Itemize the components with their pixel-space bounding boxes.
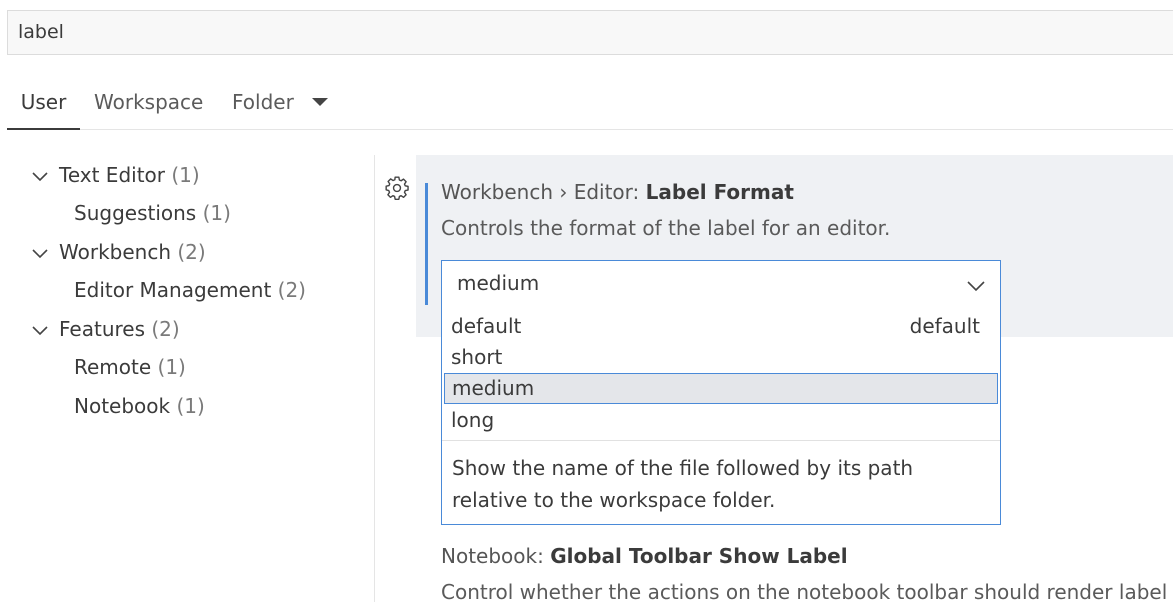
- toc-item-notebook[interactable]: Notebook (1): [74, 394, 205, 418]
- setting-title: Notebook: Global Toolbar Show Label: [441, 544, 848, 568]
- toc-item-text-editor[interactable]: Text Editor (1): [59, 163, 200, 187]
- folder-dropdown-caret-icon[interactable]: [312, 98, 328, 106]
- option-long[interactable]: long: [442, 405, 1000, 436]
- select-value: medium: [457, 271, 540, 295]
- option-default[interactable]: default default: [442, 311, 1000, 342]
- search-input[interactable]: label: [7, 10, 1173, 55]
- toc-count: (1): [202, 201, 231, 225]
- toc-label: Text Editor: [59, 163, 165, 187]
- toc-count: (1): [157, 355, 186, 379]
- setting-category: Workbench › Editor:: [441, 180, 646, 204]
- toc-label: Suggestions: [74, 201, 197, 225]
- toc-count: (2): [177, 240, 206, 264]
- toc-count: (2): [151, 317, 180, 341]
- toc-item-editor-management[interactable]: Editor Management (2): [74, 278, 306, 302]
- option-medium[interactable]: medium: [444, 373, 998, 404]
- toc-label: Workbench: [59, 240, 171, 264]
- tab-user[interactable]: User: [7, 78, 80, 130]
- chevron-down-icon[interactable]: [31, 321, 49, 339]
- chevron-down-icon: [967, 281, 985, 292]
- chevron-down-icon[interactable]: [31, 244, 49, 262]
- gear-icon[interactable]: [384, 175, 410, 201]
- setting-name: Label Format: [645, 180, 794, 204]
- setting-category: Notebook:: [441, 544, 551, 568]
- label-format-select[interactable]: medium: [441, 260, 1001, 307]
- toc-item-workbench[interactable]: Workbench (2): [59, 240, 206, 264]
- toc-item-remote[interactable]: Remote (1): [74, 355, 186, 379]
- toc-count: (2): [277, 278, 306, 302]
- setting-description: Control whether the actions on the noteb…: [441, 580, 1168, 602]
- pane-divider[interactable]: [374, 155, 375, 602]
- toc-count: (1): [176, 394, 205, 418]
- scope-tabs: User Workspace Folder: [7, 78, 1173, 130]
- toc-label: Features: [59, 317, 145, 341]
- settings-toc: Text Editor (1) Suggestions (1) Workbenc…: [0, 155, 374, 602]
- chevron-down-icon[interactable]: [31, 167, 49, 185]
- option-default-tag: default: [909, 314, 980, 338]
- setting-title: Workbench › Editor: Label Format: [441, 180, 794, 204]
- setting-description: Controls the format of the label for an …: [441, 216, 891, 240]
- option-label: default: [451, 314, 522, 338]
- focus-indicator: [425, 183, 428, 305]
- toc-item-features[interactable]: Features (2): [59, 317, 180, 341]
- toc-item-suggestions[interactable]: Suggestions (1): [74, 201, 231, 225]
- toc-label: Remote: [74, 355, 152, 379]
- dropdown-separator: [442, 440, 1000, 441]
- tab-folder[interactable]: Folder: [232, 78, 294, 130]
- toc-count: (1): [171, 163, 200, 187]
- select-dropdown-list: default default short medium long Show th…: [441, 306, 1001, 525]
- toc-label: Editor Management: [74, 278, 272, 302]
- option-short[interactable]: short: [442, 342, 1000, 373]
- toc-label: Notebook: [74, 394, 171, 418]
- option-description: Show the name of the file followed by it…: [452, 456, 914, 512]
- tab-workspace[interactable]: Workspace: [94, 78, 203, 130]
- setting-name: Global Toolbar Show Label: [550, 544, 848, 568]
